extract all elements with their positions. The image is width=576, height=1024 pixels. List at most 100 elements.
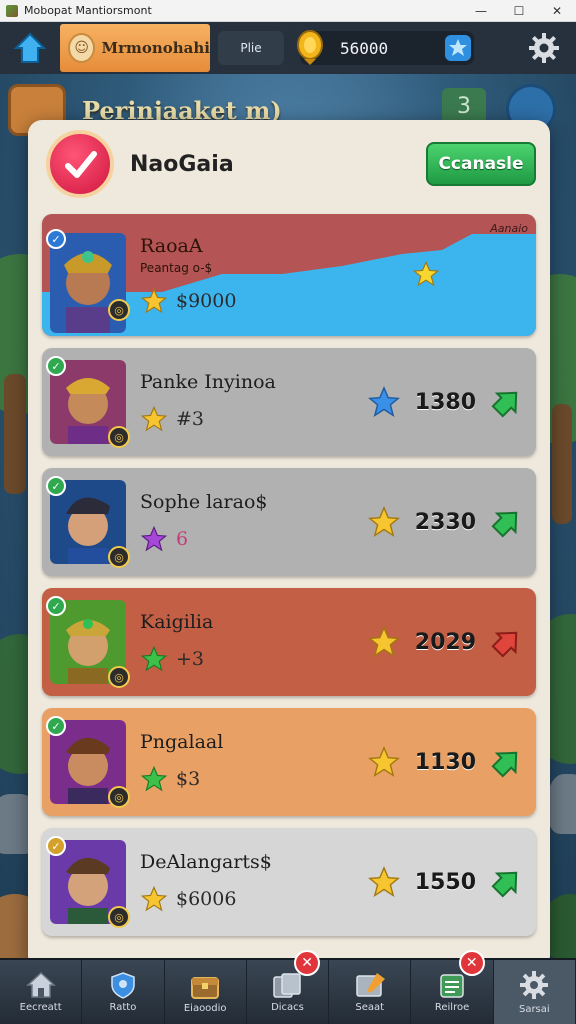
cancel-button[interactable]: Ccanasle — [426, 142, 536, 186]
chest-icon — [191, 977, 220, 999]
rank-badge: ✓ — [46, 596, 66, 616]
player-name: Mrmonohahi — [101, 39, 210, 57]
nav-item-home[interactable]: Eecreatt — [0, 960, 83, 1024]
list-item[interactable]: ✓ ◎ RaoaA Peantag o-$ $9000 Aanaio — [42, 214, 536, 336]
checkmark-icon — [46, 130, 114, 198]
player-name: Panke Inyinoa — [140, 371, 276, 393]
list-item[interactable]: ✓ ◎ Sophe larao$ 6 2330 — [42, 468, 536, 576]
player-list: ✓ ◎ RaoaA Peantag o-$ $9000 Aanaio ✓ ◎ P… — [42, 214, 536, 948]
player-stat: +3 — [176, 648, 205, 670]
list-icon — [440, 974, 464, 998]
nav-item-scroll[interactable]: Seaat — [329, 960, 412, 1024]
list-item[interactable]: ✓ ◎ Kaigilia +3 2029 — [42, 588, 536, 696]
bottom-navigation: Eecreatt Ratto Eiaoodio Dicacs ✕ Seaat R… — [0, 950, 576, 1024]
level-icon: ◎ — [108, 546, 130, 568]
nav-label: Seaat — [355, 1002, 385, 1013]
list-item[interactable]: ✓ ◎ Pngalaal $3 1130 — [42, 708, 536, 816]
player-subtitle: Peantag o-$ — [140, 261, 213, 275]
home-arrow-icon — [13, 32, 47, 63]
level-icon: ◎ — [108, 299, 130, 321]
rank-badge: ✓ — [46, 356, 66, 376]
hero-portrait: ✓ ◎ — [46, 476, 130, 568]
player-score: 1130 — [414, 749, 476, 775]
player-profile-tab[interactable]: ☺ Mrmonohahi — [60, 24, 210, 72]
list-item[interactable]: ✓ ◎ Panke Inyinoa #3 1380 — [42, 348, 536, 456]
settings-button[interactable] — [526, 30, 562, 66]
window-title: Mobopat Mantiorsmont — [24, 4, 152, 17]
star-icon — [367, 866, 400, 898]
row-tag: Aanaio — [490, 222, 528, 235]
player-name: Kaigilia — [140, 611, 214, 633]
rank-up-arrow-icon — [491, 511, 518, 538]
rank-up-arrow-icon — [491, 391, 518, 418]
nav-item-settings[interactable]: Sarsai — [493, 960, 576, 1024]
star-icon — [367, 746, 400, 778]
shield-icon — [111, 972, 135, 999]
window-titlebar: Mobopat Mantiorsmont — ☐ ✕ — [0, 0, 576, 22]
rank-badge: ✓ — [46, 836, 66, 856]
nav-item-chest[interactable]: Eiaoodio — [165, 960, 247, 1024]
gear-icon — [520, 971, 549, 999]
panel-header: NaoGaia Ccanasle — [28, 120, 550, 208]
star-icon — [367, 506, 400, 538]
player-stat: #3 — [176, 408, 205, 430]
leaderboard-panel: NaoGaia Ccanasle ✓ ◎ RaoaA Peantag o-$ $… — [28, 120, 550, 970]
nav-item-cards[interactable]: Dicacs ✕ — [247, 950, 330, 1024]
add-coins-button[interactable] — [444, 34, 472, 62]
level-icon: ◎ — [108, 786, 130, 808]
hero-portrait: ✓ ◎ — [46, 229, 130, 333]
gold-coin-icon — [297, 30, 323, 65]
nav-label: Eecreatt — [19, 1002, 62, 1013]
list-item[interactable]: ✓ ◎ DeAlangarts$ $6006 1550 — [42, 828, 536, 936]
star-icon — [412, 260, 440, 287]
player-score: 1380 — [414, 389, 476, 415]
minimize-button[interactable]: — — [462, 0, 500, 22]
coin-amount: 56000 — [340, 38, 389, 58]
gear-icon — [529, 33, 559, 63]
level-icon: ◎ — [108, 426, 130, 448]
hero-portrait: ✓ ◎ — [46, 356, 130, 448]
nav-item-list[interactable]: Reilroe ✕ — [411, 950, 494, 1024]
player-stat: 6 — [176, 528, 189, 550]
home-button[interactable] — [6, 26, 54, 70]
nav-item-ratto[interactable]: Ratto — [82, 960, 165, 1024]
green-star-icon — [140, 645, 168, 672]
nav-label: Dicacs — [271, 1002, 304, 1013]
player-stat: $6006 — [176, 888, 237, 910]
nav-label: Sarsai — [518, 1004, 550, 1015]
close-button[interactable]: ✕ — [538, 0, 576, 22]
player-name: DeAlangarts$ — [140, 851, 272, 873]
star-icon — [140, 405, 168, 432]
player-tag[interactable]: Plie — [218, 31, 284, 65]
purple-star-icon — [140, 525, 168, 552]
app-icon — [6, 4, 18, 17]
home-icon — [25, 971, 56, 998]
green-star-icon — [140, 765, 168, 792]
star-icon — [367, 626, 400, 658]
player-stat: $9000 — [176, 290, 237, 312]
hero-portrait: ✓ ◎ — [46, 596, 130, 688]
notification-alert-icon: ✕ — [294, 950, 321, 976]
nav-label: Ratto — [109, 1002, 137, 1013]
maximize-button[interactable]: ☐ — [500, 0, 538, 22]
player-name: RaoaA — [140, 235, 203, 257]
player-score: 2029 — [414, 629, 476, 655]
level-icon: ◎ — [108, 906, 130, 928]
star-icon — [140, 287, 168, 314]
top-hud: ☺ Mrmonohahi Plie 56000 — [0, 22, 576, 74]
player-name: Sophe larao$ — [140, 491, 268, 513]
background-badge: 3 — [442, 88, 486, 124]
notification-alert-icon: ✕ — [458, 950, 485, 976]
player-score: 1550 — [414, 869, 476, 895]
nav-label: Eiaoodio — [183, 1003, 227, 1014]
rank-badge: ✓ — [46, 476, 66, 496]
hero-portrait: ✓ ◎ — [46, 836, 130, 928]
panel-title: NaoGaia — [130, 151, 234, 177]
level-icon: ◎ — [108, 666, 130, 688]
player-stat: $3 — [176, 768, 201, 790]
player-score: 2330 — [414, 509, 476, 535]
nav-label: Reilroe — [434, 1002, 470, 1013]
rank-down-arrow-icon — [491, 631, 518, 658]
star-icon — [140, 885, 168, 912]
blue-star-icon — [367, 386, 400, 418]
